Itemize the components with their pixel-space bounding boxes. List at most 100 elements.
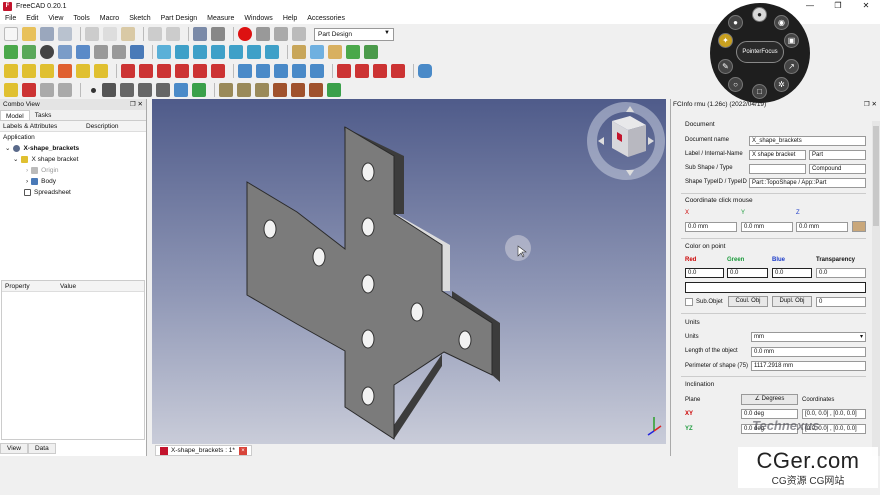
validate-sketch-icon[interactable]	[40, 64, 54, 78]
save-as-icon[interactable]	[58, 27, 72, 41]
label-field[interactable]: X shape bracket	[749, 150, 806, 160]
open-file-icon[interactable]	[22, 27, 36, 41]
draw-style-icon[interactable]	[40, 45, 54, 59]
menu-part-design[interactable]: Part Design	[156, 15, 203, 22]
boolean-icon[interactable]	[418, 64, 432, 78]
red-field[interactable]: 0.0	[685, 268, 724, 278]
fit-selection-icon[interactable]	[22, 45, 36, 59]
close-button[interactable]: ✕	[852, 0, 880, 12]
degrees-button[interactable]: ∠ Degrees	[741, 394, 798, 405]
tree-document[interactable]: ⌄ X-shape_brackets	[0, 143, 146, 154]
hole-icon[interactable]	[256, 64, 270, 78]
front-view-icon[interactable]	[175, 45, 189, 59]
collapsed-arrow-icon[interactable]: ›	[26, 165, 28, 176]
subtractive-pipe-icon[interactable]	[310, 64, 324, 78]
loft-icon[interactable]	[157, 64, 171, 78]
dock-buttons-icon[interactable]: ❐ ✕	[864, 99, 877, 110]
revolution-icon[interactable]	[139, 64, 153, 78]
shape-typeid-field[interactable]: Part::TopoShape / App::Part	[749, 178, 866, 188]
line-icon[interactable]	[102, 83, 116, 97]
stop-macro-icon[interactable]	[256, 27, 270, 41]
helix-icon[interactable]	[193, 64, 207, 78]
measure-distance-icon[interactable]	[292, 45, 306, 59]
fcinfo-scrollbar[interactable]	[872, 121, 880, 456]
close-tab-icon[interactable]: ×	[238, 446, 247, 455]
tab-tasks[interactable]: Tasks	[30, 110, 57, 120]
redo-icon[interactable]	[166, 27, 180, 41]
check-geometry-icon[interactable]	[58, 64, 72, 78]
length-field[interactable]: 0.0 mm	[751, 347, 866, 357]
column-description[interactable]: Description	[83, 121, 119, 131]
sketch-mode-icon[interactable]	[22, 83, 36, 97]
menu-help[interactable]: Help	[278, 15, 302, 22]
object-spinbox[interactable]: 0	[816, 297, 866, 307]
constraint-perpendicular-icon[interactable]	[291, 83, 305, 97]
menu-macro[interactable]: Macro	[95, 15, 124, 22]
sketch-reorient-icon[interactable]	[58, 83, 72, 97]
menu-accessories[interactable]: Accessories	[302, 15, 350, 22]
coul-obj-button[interactable]: Coul. Obj	[728, 296, 768, 307]
tab-model[interactable]: Model	[0, 110, 30, 120]
cut-icon[interactable]	[85, 27, 99, 41]
additive-primitive-icon[interactable]	[211, 64, 225, 78]
menu-file[interactable]: File	[0, 15, 21, 22]
minimize-button[interactable]: —	[796, 0, 824, 12]
constraint-horizontal-icon[interactable]	[255, 83, 269, 97]
copy-icon[interactable]	[103, 27, 117, 41]
y-coordinate-field[interactable]: 0.0 mm	[741, 222, 793, 232]
sketch-leave-icon[interactable]	[40, 83, 54, 97]
selectable-icon[interactable]	[76, 45, 90, 59]
create-body-icon[interactable]	[4, 64, 18, 78]
subtractive-loft-icon[interactable]	[292, 64, 306, 78]
fit-all-icon[interactable]	[4, 45, 18, 59]
right-view-icon[interactable]	[211, 45, 225, 59]
pad-icon[interactable]	[121, 64, 135, 78]
subobj-checkbox[interactable]	[685, 298, 693, 306]
create-sketch-icon[interactable]	[22, 64, 36, 78]
menu-tools[interactable]: Tools	[68, 15, 94, 22]
linear-pattern-icon[interactable]	[355, 64, 369, 78]
spotlight-icon[interactable]: ●	[752, 7, 767, 22]
tree-spreadsheet[interactable]: Spreadsheet	[0, 187, 146, 198]
column-value[interactable]: Value	[57, 281, 76, 291]
menu-windows[interactable]: Windows	[239, 15, 277, 22]
groove-icon[interactable]	[274, 64, 288, 78]
pipe-icon[interactable]	[175, 64, 189, 78]
point-icon[interactable]	[91, 87, 96, 93]
rear-view-icon[interactable]	[229, 45, 243, 59]
create-part-icon[interactable]	[310, 45, 324, 59]
perimeter-field[interactable]: 1117.2918 mm	[751, 361, 866, 371]
constraint-coincident-icon[interactable]	[237, 83, 251, 97]
whats-this-icon[interactable]	[211, 27, 225, 41]
document-tab[interactable]: X-shape_brackets : 1* ×	[155, 445, 252, 456]
isometric-view-icon[interactable]	[157, 45, 171, 59]
green-field[interactable]: 0.0	[727, 268, 768, 278]
expand-arrow-icon[interactable]: ⌄	[13, 154, 18, 165]
constraint-tangent-icon[interactable]	[309, 83, 323, 97]
type-field[interactable]: Compound	[809, 164, 866, 174]
refresh-icon[interactable]	[193, 27, 207, 41]
nav-forward-icon[interactable]	[112, 45, 126, 59]
workbench-selector[interactable]: Part Design ▼	[314, 27, 394, 41]
dimension-icon[interactable]	[219, 83, 233, 97]
tree-part[interactable]: ⌄ X shape bracket	[0, 154, 146, 165]
left-view-icon[interactable]	[265, 45, 279, 59]
circle-icon[interactable]	[156, 83, 170, 97]
undo-icon[interactable]	[148, 27, 162, 41]
clear-icon[interactable]: □	[752, 84, 767, 99]
pick-coordinate-icon[interactable]	[852, 221, 866, 232]
bottom-view-icon[interactable]	[247, 45, 261, 59]
scrollbar-thumb[interactable]	[873, 126, 879, 226]
settings-gear-icon[interactable]: ✲	[774, 77, 789, 92]
rectangle-icon[interactable]	[192, 83, 206, 97]
dupl-obj-button[interactable]: Dupl. Obj	[772, 296, 812, 307]
record-macro-icon[interactable]	[238, 27, 252, 41]
dock-buttons-icon[interactable]: ❐ ✕	[130, 99, 143, 110]
slot-icon[interactable]	[174, 83, 188, 97]
pen-icon[interactable]: ✎	[718, 59, 733, 74]
polyline-icon[interactable]	[120, 83, 134, 97]
nav-back-icon[interactable]	[94, 45, 108, 59]
internal-name-field[interactable]: Part	[809, 150, 866, 160]
bounding-box-icon[interactable]	[58, 45, 72, 59]
transparency-field[interactable]: 0.0	[816, 268, 866, 278]
